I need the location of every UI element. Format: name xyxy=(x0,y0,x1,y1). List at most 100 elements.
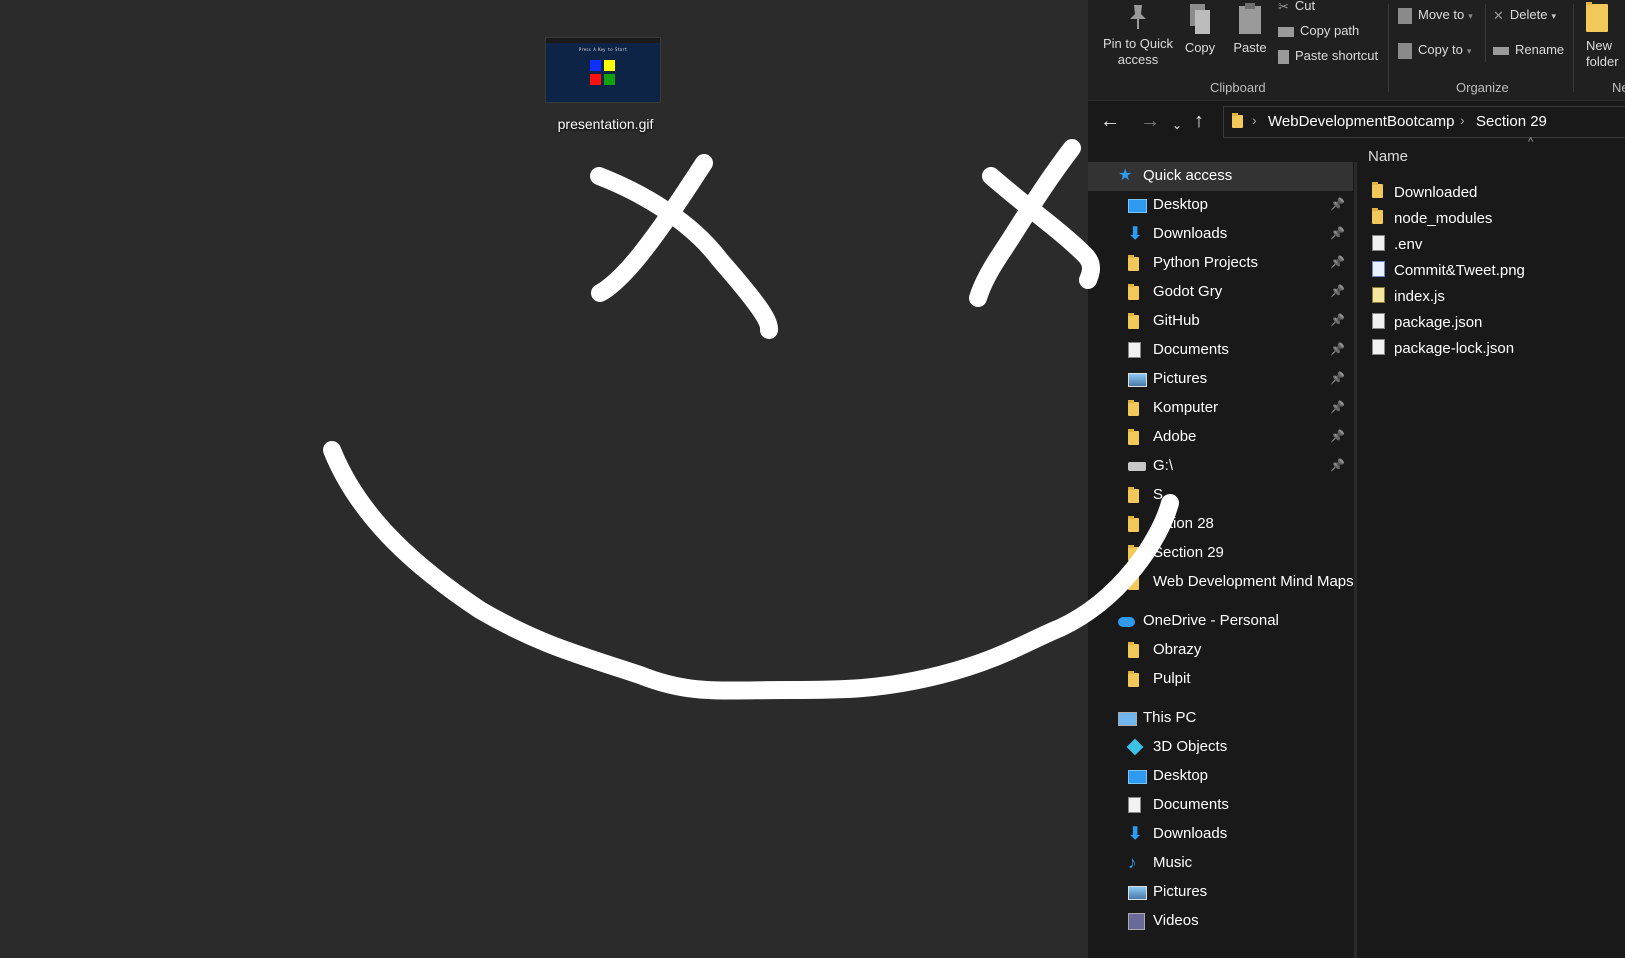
pin-icon[interactable]: 📌 xyxy=(1330,400,1345,414)
nav-item-section-29[interactable]: Section 29 xyxy=(1088,539,1353,568)
nav-item-label: ection 28 xyxy=(1153,515,1214,532)
back-arrow-icon[interactable]: ← xyxy=(1100,111,1120,131)
pin-to-quick-access-button[interactable]: Pin to Quick access xyxy=(1096,2,1180,68)
nav-item-label: Downloads xyxy=(1153,225,1228,242)
copy-button[interactable]: Copy xyxy=(1180,2,1220,55)
rename-button[interactable]: Rename xyxy=(1493,42,1564,57)
breadcrumb-section-29[interactable]: Section 29 xyxy=(1476,113,1547,130)
file-name: node_modules xyxy=(1394,210,1493,227)
nav-item-documents[interactable]: Documents 📌 xyxy=(1088,336,1353,365)
nav-item-godot-gry[interactable]: Godot Gry 📌 xyxy=(1088,278,1353,307)
nav-pc-downloads[interactable]: ⬇ Downloads xyxy=(1088,820,1353,849)
forward-arrow-icon[interactable]: → xyxy=(1140,111,1160,131)
dropdown-arrow-icon: ▾ xyxy=(1468,11,1473,21)
pin-icon[interactable]: 📌 xyxy=(1330,458,1345,472)
file-name: .env xyxy=(1394,236,1423,253)
copy-path-button[interactable]: Copy path xyxy=(1278,23,1359,38)
paste-button[interactable]: Paste xyxy=(1226,2,1274,55)
file-name: Downloaded xyxy=(1394,184,1478,201)
pin-icon[interactable]: 📌 xyxy=(1330,371,1345,385)
rename-icon xyxy=(1493,46,1509,55)
right-eye-stroke-2 xyxy=(969,139,1081,307)
nav-pc-desktop[interactable]: Desktop xyxy=(1088,762,1353,791)
paste-shortcut-icon xyxy=(1278,49,1289,64)
js-file-icon xyxy=(1372,287,1385,303)
nav-item-label: Section 29 xyxy=(1153,544,1224,561)
pin-label: Pin to Quick access xyxy=(1102,36,1174,67)
rename-label: Rename xyxy=(1515,42,1565,57)
paste-shortcut-button[interactable]: Paste shortcut xyxy=(1278,48,1378,64)
nav-item-label: OneDrive - Personal xyxy=(1143,612,1279,629)
nav-item-adobe[interactable]: Adobe 📌 xyxy=(1088,423,1353,452)
nav-pc-3d-objects[interactable]: 3D Objects xyxy=(1088,733,1353,762)
nav-pc-videos[interactable]: Videos xyxy=(1088,907,1353,936)
nav-pc-pictures[interactable]: Pictures xyxy=(1088,878,1353,907)
pane-divider[interactable] xyxy=(1354,162,1357,958)
new-folder-button[interactable]: New folder xyxy=(1578,2,1619,70)
file-row[interactable]: node_modules xyxy=(1358,205,1625,231)
download-icon: ⬇ xyxy=(1128,224,1143,243)
nav-item-pulpit[interactable]: Pulpit xyxy=(1088,665,1353,694)
up-arrow-icon[interactable]: ↑ xyxy=(1194,111,1204,131)
file-row[interactable]: Downloaded xyxy=(1358,179,1625,205)
folder-icon xyxy=(1128,255,1139,271)
move-to-button[interactable]: Move to ▾ xyxy=(1398,7,1473,24)
nav-item-downloads[interactable]: ⬇ Downloads 📌 xyxy=(1088,220,1353,249)
pin-icon[interactable]: 📌 xyxy=(1330,284,1345,298)
nav-item-github[interactable]: GitHub 📌 xyxy=(1088,307,1353,336)
nav-pc-music[interactable]: ♪ Music xyxy=(1088,849,1353,878)
text-file-icon xyxy=(1372,235,1385,251)
nav-item-g-[interactable]: G:\ 📌 xyxy=(1088,452,1353,481)
pin-icon[interactable]: 📌 xyxy=(1330,197,1345,211)
breadcrumb-chevron-icon[interactable]: › xyxy=(1252,112,1257,128)
star-icon: ★ xyxy=(1118,167,1133,184)
file-row[interactable]: .env xyxy=(1358,231,1625,257)
nav-item-label: Documents xyxy=(1153,341,1229,358)
nav-onedrive[interactable]: OneDrive - Personal xyxy=(1088,607,1353,636)
nav-item-pictures[interactable]: Pictures 📌 xyxy=(1088,365,1353,394)
file-name: package-lock.json xyxy=(1394,340,1515,357)
file-row[interactable]: index.js xyxy=(1358,283,1625,309)
nav-item-komputer[interactable]: Komputer 📌 xyxy=(1088,394,1353,423)
nav-item-label: G:\ xyxy=(1153,457,1174,474)
folder-icon xyxy=(1372,208,1383,224)
nav-item-python-projects[interactable]: Python Projects 📌 xyxy=(1088,249,1353,278)
pin-icon[interactable]: 📌 xyxy=(1330,226,1345,240)
folder-icon xyxy=(1128,574,1139,590)
nav-item-ection-28[interactable]: ection 28 xyxy=(1088,510,1353,539)
breadcrumb-chevron-icon[interactable]: › xyxy=(1460,112,1465,128)
delete-button[interactable]: ✕ Delete ▾ xyxy=(1493,7,1556,24)
file-row[interactable]: Commit&Tweet.png xyxy=(1358,257,1625,283)
nav-pc-documents[interactable]: Documents xyxy=(1088,791,1353,820)
folder-icon xyxy=(1128,429,1139,445)
folder-icon xyxy=(1128,545,1139,561)
breadcrumb-webdevelopmentbootcamp[interactable]: WebDevelopmentBootcamp xyxy=(1268,113,1455,130)
copy-path-label: Copy path xyxy=(1300,23,1360,38)
pin-icon[interactable]: 📌 xyxy=(1330,429,1345,443)
nav-item-s[interactable]: S xyxy=(1088,481,1353,510)
computer-icon xyxy=(1118,710,1137,726)
yellow-square xyxy=(604,60,615,71)
copy-to-button[interactable]: Copy to ▾ xyxy=(1398,42,1471,59)
cut-label: Cut xyxy=(1294,0,1316,13)
nav-item-label: This PC xyxy=(1143,709,1197,726)
nav-item-web-development-mind-maps[interactable]: Web Development Mind Maps xyxy=(1088,568,1354,597)
nav-this-pc[interactable]: This PC xyxy=(1088,704,1353,733)
recent-locations-chevron-icon[interactable]: ⌄ xyxy=(1172,115,1182,135)
folder-icon xyxy=(1128,313,1139,329)
pin-icon[interactable]: 📌 xyxy=(1330,342,1345,356)
file-row[interactable]: package.json xyxy=(1358,309,1625,335)
nav-item-obrazy[interactable]: Obrazy xyxy=(1088,636,1353,665)
address-bar[interactable]: › WebDevelopmentBootcamp › Section 29 xyxy=(1223,106,1625,138)
nav-item-label: Pictures xyxy=(1153,883,1208,900)
file-row[interactable]: package-lock.json xyxy=(1358,335,1625,361)
3d-objects-icon xyxy=(1126,738,1144,756)
nav-item-desktop[interactable]: Desktop 📌 xyxy=(1088,191,1353,220)
column-header-name[interactable]: Name xyxy=(1368,148,1408,165)
nav-item-label: Komputer xyxy=(1153,399,1219,416)
pin-icon[interactable]: 📌 xyxy=(1330,255,1345,269)
cut-button[interactable]: ✂ Cut xyxy=(1278,0,1315,15)
nav-quick-access[interactable]: ★ Quick access xyxy=(1088,162,1353,191)
delete-x-icon: ✕ xyxy=(1493,7,1504,23)
pin-icon[interactable]: 📌 xyxy=(1330,313,1345,327)
